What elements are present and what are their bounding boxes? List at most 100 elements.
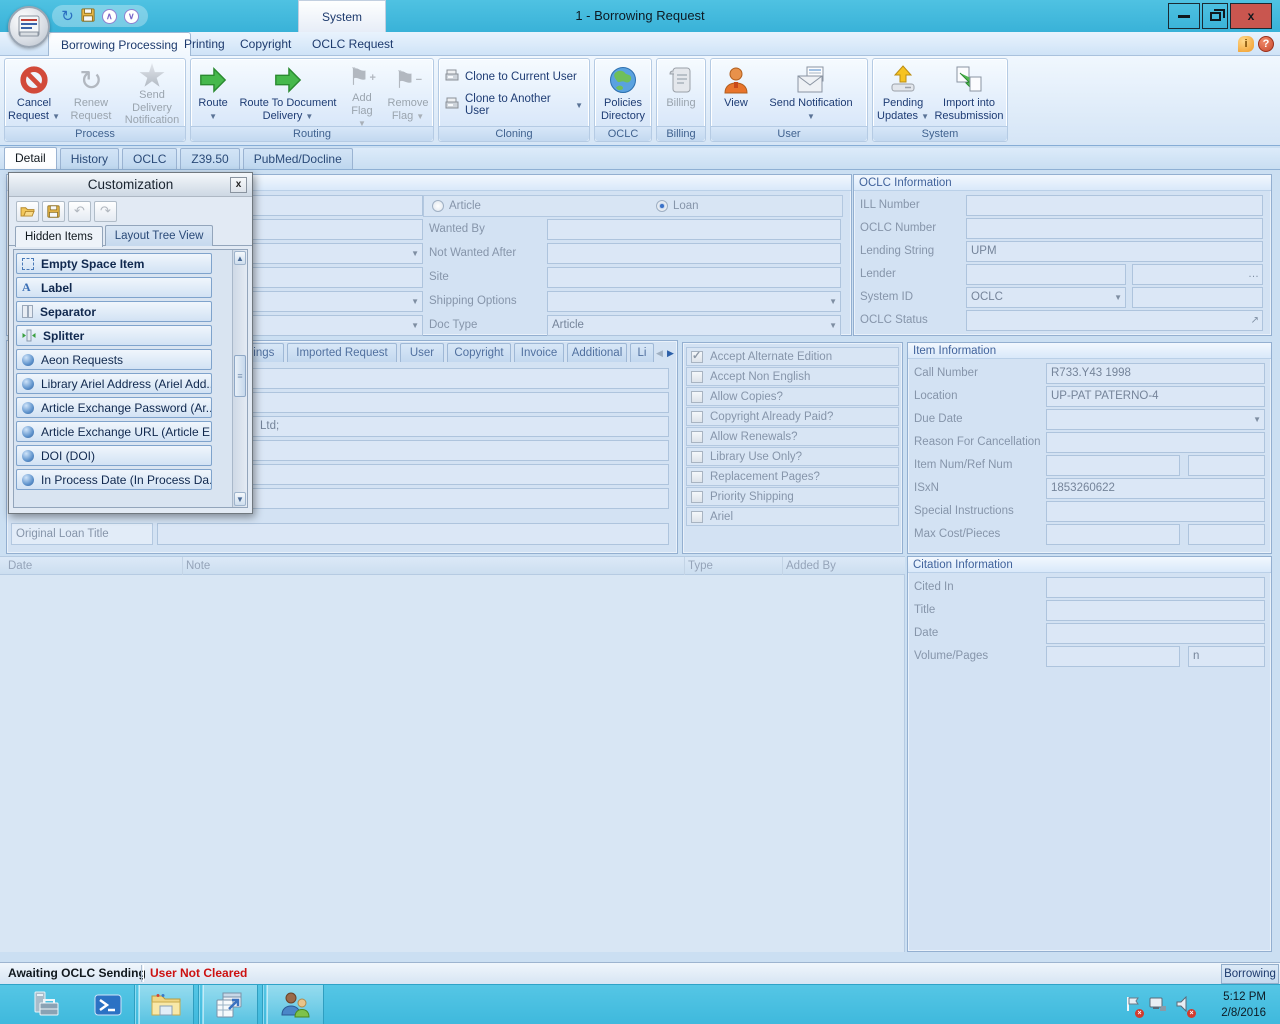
- not-wanted-after-field[interactable]: [547, 243, 841, 264]
- tab-imported-request[interactable]: Imported Request: [287, 343, 397, 362]
- column-header-note[interactable]: Note: [186, 557, 210, 575]
- ill-number-field[interactable]: [966, 195, 1263, 216]
- remove-flag-button[interactable]: ⚑− Remove Flag ▼: [383, 61, 433, 127]
- dialog-close-button[interactable]: x: [230, 177, 247, 193]
- site-field[interactable]: [547, 267, 841, 288]
- route-to-document-delivery-button[interactable]: Route To Document Delivery ▼: [235, 61, 341, 127]
- pending-updates-button[interactable]: Pending Updates ▼: [874, 61, 932, 127]
- taskbar-server-manager-button[interactable]: [14, 985, 78, 1024]
- ribbon-tab-oclc-request[interactable]: OCLC Request: [300, 32, 405, 56]
- tab-detail[interactable]: Detail: [4, 147, 57, 169]
- location-field[interactable]: UP-PAT PATERNO-4: [1046, 386, 1265, 407]
- checkbox-icon[interactable]: [691, 451, 703, 463]
- list-item[interactable]: Article Exchange Password (Ar...: [16, 397, 212, 418]
- renew-request-button[interactable]: ↻ Renew Request: [63, 61, 119, 127]
- list-item[interactable]: Splitter: [16, 325, 212, 346]
- view-user-button[interactable]: View: [714, 61, 758, 127]
- chevron-down-icon[interactable]: ▼: [1253, 410, 1261, 429]
- ribbon-tab-printing[interactable]: Printing: [172, 32, 237, 56]
- due-date-field[interactable]: ▼: [1046, 409, 1265, 430]
- cited-date-field[interactable]: [1046, 623, 1265, 644]
- collapse-down-icon[interactable]: ∨: [124, 9, 139, 24]
- list-item[interactable]: Aeon Requests: [16, 349, 212, 370]
- list-item[interactable]: DOI (DOI): [16, 445, 212, 466]
- ref-num-field[interactable]: [1188, 455, 1265, 476]
- scroll-right-icon[interactable]: ▶: [667, 345, 674, 361]
- taskbar-clock[interactable]: 5:12 PM 2/8/2016: [1196, 989, 1266, 1021]
- list-item[interactable]: Empty Space Item: [16, 253, 212, 274]
- checkbox-icon[interactable]: [691, 431, 703, 443]
- close-button[interactable]: x: [1230, 3, 1272, 29]
- checkbox-icon[interactable]: [691, 411, 703, 423]
- route-button[interactable]: Route▼: [191, 61, 235, 127]
- tab-oclc[interactable]: OCLC: [122, 148, 177, 169]
- volume-pages-extra-field[interactable]: n: [1188, 646, 1265, 667]
- goto-arrow-icon[interactable]: ↗: [1251, 311, 1259, 330]
- checkbox-icon[interactable]: [691, 511, 703, 523]
- collapse-up-icon[interactable]: ∧: [102, 9, 117, 24]
- isxn-field[interactable]: 1853260622: [1046, 478, 1265, 499]
- column-header-date[interactable]: Date: [8, 557, 32, 575]
- send-delivery-notification-button[interactable]: Send Delivery Notification: [119, 61, 185, 127]
- tab-hidden-items[interactable]: Hidden Items: [15, 226, 103, 247]
- system-id-field[interactable]: OCLC▼: [966, 287, 1126, 308]
- undo-icon[interactable]: ↶: [68, 201, 91, 222]
- tab-lists-clipped[interactable]: Li: [630, 343, 654, 362]
- notes-grid-body[interactable]: [0, 575, 905, 952]
- tab-user[interactable]: User: [400, 343, 444, 362]
- scroll-down-icon[interactable]: ▼: [234, 492, 246, 506]
- chevron-down-icon[interactable]: ▼: [829, 292, 837, 311]
- checkbox-icon[interactable]: [691, 491, 703, 503]
- save-icon[interactable]: [81, 8, 95, 25]
- ribbon-tab-borrowing-processing[interactable]: Borrowing Processing: [48, 32, 191, 56]
- item-num-field[interactable]: [1046, 455, 1180, 476]
- chevron-down-icon[interactable]: ▼: [411, 316, 419, 335]
- taskbar-file-explorer-button[interactable]: [138, 985, 194, 1024]
- tab-history[interactable]: History: [60, 148, 119, 169]
- scroll-left-icon[interactable]: ◀: [656, 345, 663, 361]
- cited-in-field[interactable]: [1046, 577, 1265, 598]
- list-item[interactable]: Separator: [16, 301, 212, 322]
- column-header-type[interactable]: Type: [688, 557, 713, 575]
- special-instructions-field[interactable]: [1046, 501, 1265, 522]
- restore-button[interactable]: [1202, 3, 1228, 29]
- policies-directory-button[interactable]: Policies Directory: [596, 61, 650, 127]
- chevron-down-icon[interactable]: ▼: [829, 316, 837, 335]
- save-layout-button[interactable]: [42, 201, 65, 222]
- list-scrollbar[interactable]: ▲ ≡ ▼: [232, 250, 247, 507]
- column-header-added-by[interactable]: Added By: [786, 557, 836, 575]
- radio-article[interactable]: Article: [432, 200, 481, 212]
- tab-pubmed-docline[interactable]: PubMed/Docline: [243, 148, 353, 169]
- ribbon-tab-copyright[interactable]: Copyright: [228, 32, 303, 56]
- help-icon[interactable]: ?: [1258, 36, 1274, 52]
- chevron-down-icon[interactable]: ▼: [411, 244, 419, 263]
- network-icon[interactable]: [1149, 996, 1167, 1015]
- lending-string-field[interactable]: UPM: [966, 241, 1263, 262]
- lender-lookup-field[interactable]: …: [1132, 264, 1263, 285]
- cited-title-field[interactable]: [1046, 600, 1265, 621]
- checkbox-checked-icon[interactable]: [691, 351, 703, 363]
- list-item[interactable]: Article Exchange URL (Article E...: [16, 421, 212, 442]
- scrollbar-thumb[interactable]: ≡: [234, 355, 246, 397]
- chevron-down-icon[interactable]: ▼: [1114, 288, 1122, 307]
- original-loan-title-field[interactable]: [157, 523, 669, 545]
- tab-layout-tree-view[interactable]: Layout Tree View: [105, 225, 214, 246]
- shipping-options-field[interactable]: ▼: [547, 291, 841, 312]
- import-into-resubmission-button[interactable]: Import into Resubmission: [932, 61, 1006, 127]
- ellipsis-icon[interactable]: …: [1248, 265, 1259, 284]
- system-id-extra-field[interactable]: [1132, 287, 1263, 308]
- open-layout-button[interactable]: [16, 201, 39, 222]
- info-icon[interactable]: i: [1238, 36, 1254, 52]
- checkbox-icon[interactable]: [691, 371, 703, 383]
- list-item[interactable]: Library Ariel Address (Ariel Add...: [16, 373, 212, 394]
- oclc-number-field[interactable]: [966, 218, 1263, 239]
- doc-type-field[interactable]: Article▼: [547, 315, 841, 336]
- clone-to-current-user-button[interactable]: Clone to Current User: [445, 69, 583, 85]
- tab-z3950[interactable]: Z39.50: [180, 148, 239, 169]
- checkbox-icon[interactable]: [691, 471, 703, 483]
- flag-alert-icon[interactable]: ×: [1126, 996, 1140, 1015]
- scroll-up-icon[interactable]: ▲: [234, 251, 246, 265]
- app-menu-button[interactable]: [8, 6, 50, 48]
- volume-pages-field[interactable]: [1046, 646, 1180, 667]
- checkbox-icon[interactable]: [691, 391, 703, 403]
